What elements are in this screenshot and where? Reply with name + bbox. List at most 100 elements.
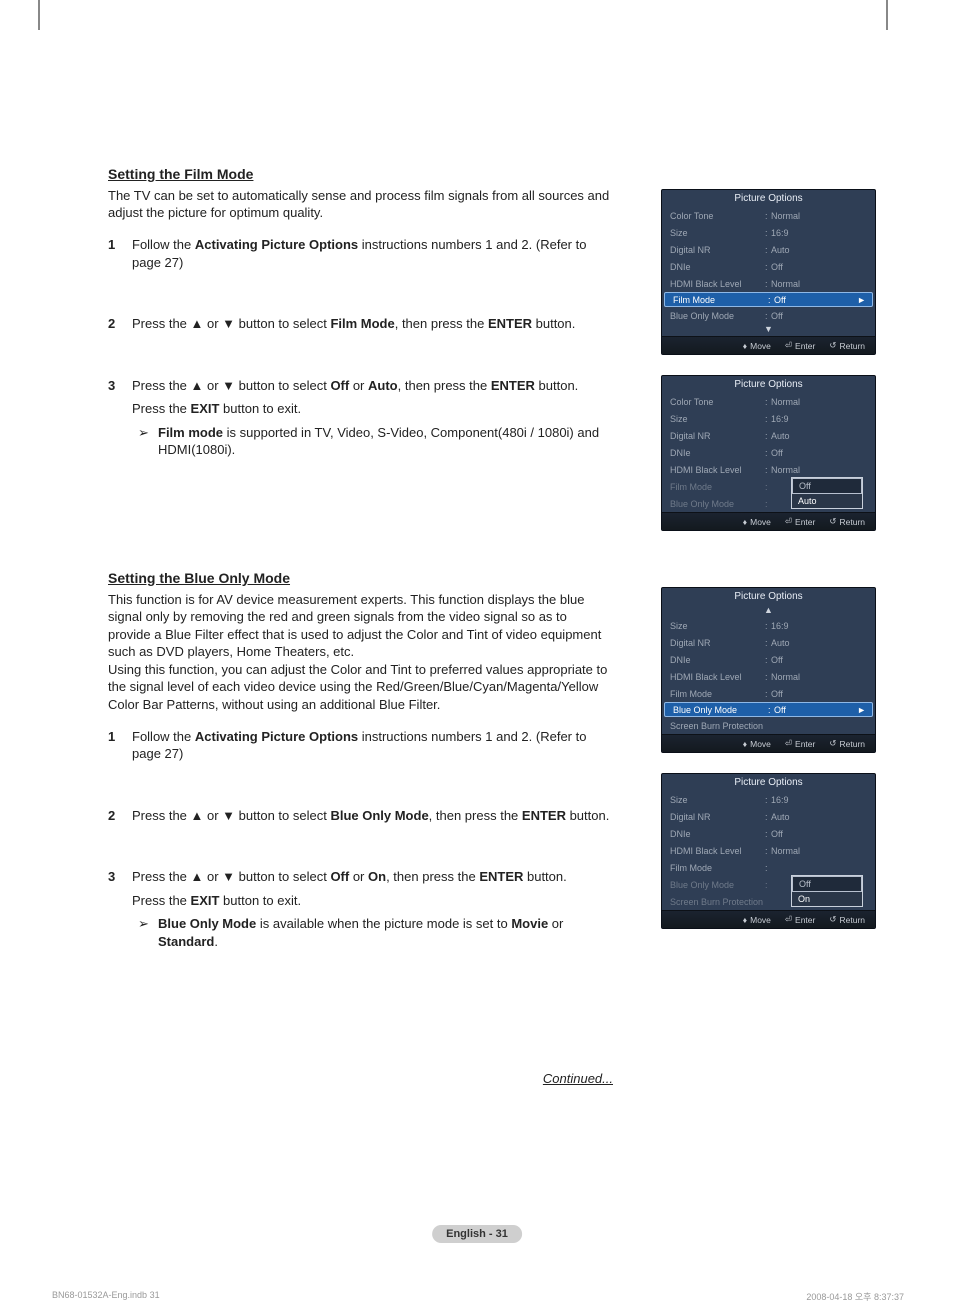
bold: On [368,869,386,884]
step-number: 1 [108,236,132,277]
osd-row-value: Normal [771,846,867,856]
bold: Film mode [158,425,223,440]
scroll-down-icon: ▼ [662,324,875,336]
step-body: Press the ▲ or ▼ button to select Film M… [132,315,613,339]
osd-row: DNIe: Off [662,825,875,842]
osd-row: Blue Only Mode:OffOn [662,876,875,893]
osd-row-value: Off [771,448,867,458]
text: , then press the [386,869,479,884]
main-column: Setting the Film Mode The TV can be set … [108,165,613,1088]
osd-row: HDMI Black Level: Normal [662,275,875,292]
imprint-right: 2008-04-18 오후 8:37:37 [806,1290,904,1303]
text: Follow the [132,237,195,252]
osd-row: Blue Only Mode: Off [662,307,875,324]
osd-footer: ♦ Move ⏎ Enter ↺ Return [662,734,875,752]
text: Press the ▲ or ▼ button to select [132,869,330,884]
text: , then press the [429,808,522,823]
text: or [548,916,563,931]
text: button to exit. [219,401,301,416]
osd-row-value: Auto [771,812,867,822]
osd-row-value: Off [774,705,864,715]
osd-colon: : [765,863,771,873]
text: button. [523,869,566,884]
osd-row-label: DNIe [670,262,765,272]
osd-row-value: Normal [771,465,867,475]
osd-row: Film Mode: Off [662,685,875,702]
osd-row-value: Auto [771,431,867,441]
step-body: Press the ▲ or ▼ button to select Off or… [132,868,613,950]
step-number: 2 [108,807,132,831]
bold: ENTER [488,316,532,331]
osd-dropdown-option: On [792,892,862,906]
page-number-pill: English - 31 [432,1225,522,1243]
note-arrow-icon: ➢ [138,424,158,459]
text: Press the [132,401,191,416]
step-b2: 2 Press the ▲ or ▼ button to select Blue… [108,807,613,831]
bold: EXIT [191,401,220,416]
osd-row-label: Size [670,621,765,631]
scroll-up-icon: ▲ [662,605,875,617]
osd-row-label: Film Mode [673,295,768,305]
osd-row: Size: 16:9 [662,617,875,634]
osd-row-label: HDMI Black Level [670,279,765,289]
step-body: Press the ▲ or ▼ button to select Blue O… [132,807,613,831]
osd-row-label: Film Mode [670,689,765,699]
osd-row: Blue Only Mode: Off► [664,702,873,717]
footer-return: ↺ Return [829,340,865,351]
text: , then press the [395,316,488,331]
osd-row-label: DNIe [670,829,765,839]
text: Press the ▲ or ▼ button to select [132,378,330,393]
osd-row-label: Size [670,795,765,805]
footer-move: ♦ Move [743,340,771,351]
osd-panel-2: Picture Options Color Tone: NormalSize: … [661,375,876,531]
osd-row-label: Blue Only Mode [673,705,768,715]
osd-row: HDMI Black Level: Normal [662,842,875,859]
osd-row-label: Film Mode [670,482,765,492]
osd-row-value: 16:9 [771,228,867,238]
osd-row-label: Screen Burn Protection [670,721,765,731]
section-title-blue-only: Setting the Blue Only Mode [108,569,613,588]
footer-return: ↺ Return [829,516,865,527]
osd-row-value: Off [771,262,867,272]
osd-dropdown: OffAuto [791,477,863,509]
bold: Off [330,869,349,884]
note: ➢ Film mode is supported in TV, Video, S… [132,424,613,459]
osd-row-value: 16:9 [771,414,867,424]
text: or [349,378,368,393]
osd-row-value: Normal [771,672,867,682]
osd-row-value: Off [771,311,867,321]
osd-row-label: HDMI Black Level [670,672,765,682]
osd-row-value: Off [771,829,867,839]
osd-row: DNIe: Off [662,444,875,461]
osd-row-value: 16:9 [771,795,867,805]
osd-row: Digital NR: Auto [662,634,875,651]
text: is supported in TV, Video, S-Video, Comp… [158,425,599,458]
note-text: Film mode is supported in TV, Video, S-V… [158,424,613,459]
footer-return: ↺ Return [829,914,865,925]
osd-row: HDMI Black Level: Normal [662,668,875,685]
osd-row-label: Size [670,228,765,238]
step-number: 2 [108,315,132,339]
osd-row: HDMI Black Level: Normal [662,461,875,478]
text: or [349,869,368,884]
osd-row-value: Off [771,655,867,665]
osd-row-label: Blue Only Mode [670,311,765,321]
step-body: Follow the Activating Picture Options in… [132,728,613,769]
footer-enter: ⏎ Enter [785,340,815,351]
osd-row: Size: 16:9 [662,410,875,427]
osd-row-label: Digital NR [670,245,765,255]
bold: Auto [368,378,398,393]
note: ➢ Blue Only Mode is available when the p… [132,915,613,950]
bold: Off [330,378,349,393]
osd-colon: : [765,499,771,509]
osd-row: Film Mode:OffAuto [662,478,875,495]
osd-row-label: Digital NR [670,812,765,822]
osd-row-label: HDMI Black Level [670,846,765,856]
text: button. [535,378,578,393]
osd-row-label: Digital NR [670,638,765,648]
side-column: Picture Options Color Tone: NormalSize: … [661,165,876,949]
osd-panel-4: Picture Options Size: 16:9Digital NR: Au… [661,773,876,929]
text: , then press the [398,378,491,393]
step-number: 3 [108,868,132,950]
bold: Movie [511,916,548,931]
